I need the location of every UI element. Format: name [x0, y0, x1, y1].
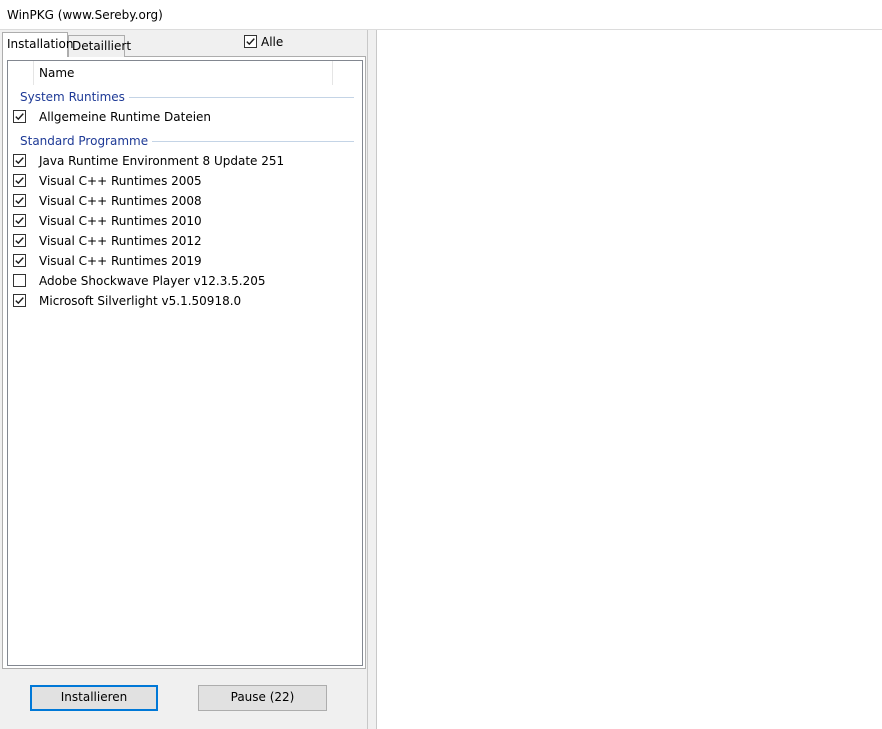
install-button[interactable]: Installieren: [30, 685, 158, 711]
left-panel: Name System Runtimes Allgemeine Runtime …: [0, 30, 367, 729]
checkmark-icon: [15, 237, 24, 245]
select-all-box[interactable]: [244, 35, 257, 48]
checkmark-icon: [246, 38, 255, 46]
tab-detailliert[interactable]: Detailliert: [68, 35, 131, 57]
list-item-java-runtime[interactable]: Java Runtime Environment 8 Update 251: [8, 151, 362, 171]
item-label: Visual C++ Runtimes 2008: [39, 194, 202, 208]
package-list[interactable]: Name System Runtimes Allgemeine Runtime …: [7, 60, 363, 666]
item-label: Adobe Shockwave Player v12.3.5.205: [39, 274, 266, 288]
group-header-standard-programme: Standard Programme: [20, 133, 354, 149]
list-item-vcpp-2012[interactable]: Visual C++ Runtimes 2012: [8, 231, 362, 251]
list-item-vcpp-2005[interactable]: Visual C++ Runtimes 2005: [8, 171, 362, 191]
list-item-microsoft-silverlight[interactable]: Microsoft Silverlight v5.1.50918.0: [8, 291, 362, 311]
list-item-vcpp-2008[interactable]: Visual C++ Runtimes 2008: [8, 191, 362, 211]
column-divider[interactable]: [332, 61, 333, 85]
item-label: Visual C++ Runtimes 2010: [39, 214, 202, 228]
checkmark-icon: [15, 297, 24, 305]
checkmark-icon: [15, 113, 24, 121]
checkmark-icon: [15, 197, 24, 205]
tab-page-installation: Name System Runtimes Allgemeine Runtime …: [2, 56, 366, 669]
item-label: Visual C++ Runtimes 2019: [39, 254, 202, 268]
group-label: Standard Programme: [20, 133, 153, 149]
checkmark-icon: [15, 177, 24, 185]
list-column-header: Name: [8, 61, 362, 85]
item-checkbox[interactable]: [13, 154, 26, 167]
list-item-allgemeine-runtime-dateien[interactable]: Allgemeine Runtime Dateien: [8, 107, 362, 127]
pause-button[interactable]: Pause (22): [198, 685, 327, 711]
item-checkbox[interactable]: [13, 254, 26, 267]
panel-splitter[interactable]: [367, 30, 377, 729]
group-header-system-runtimes: System Runtimes: [20, 89, 354, 105]
item-checkbox[interactable]: [13, 214, 26, 227]
checkmark-icon: [15, 257, 24, 265]
item-checkbox[interactable]: [13, 274, 26, 287]
tab-installation[interactable]: Installation: [2, 32, 73, 57]
detail-panel: [377, 30, 882, 729]
list-item-vcpp-2010[interactable]: Visual C++ Runtimes 2010: [8, 211, 362, 231]
column-header-name[interactable]: Name: [39, 66, 74, 80]
checkmark-icon: [15, 217, 24, 225]
checkmark-icon: [15, 157, 24, 165]
item-label: Visual C++ Runtimes 2012: [39, 234, 202, 248]
item-checkbox[interactable]: [13, 294, 26, 307]
select-all-label: Alle: [261, 35, 284, 49]
list-item-adobe-shockwave[interactable]: Adobe Shockwave Player v12.3.5.205: [8, 271, 362, 291]
item-checkbox[interactable]: [13, 234, 26, 247]
group-label: System Runtimes: [20, 89, 129, 105]
list-item-vcpp-2019[interactable]: Visual C++ Runtimes 2019: [8, 251, 362, 271]
item-label: Visual C++ Runtimes 2005: [39, 174, 202, 188]
item-checkbox[interactable]: [13, 110, 26, 123]
item-checkbox[interactable]: [13, 174, 26, 187]
item-checkbox[interactable]: [13, 194, 26, 207]
item-label: Java Runtime Environment 8 Update 251: [39, 154, 285, 168]
window-title: WinPKG (www.Sereby.org): [7, 8, 163, 22]
title-bar: WinPKG (www.Sereby.org): [0, 0, 882, 30]
column-divider: [33, 61, 34, 85]
item-label: Microsoft Silverlight v5.1.50918.0: [39, 294, 242, 308]
item-label: Allgemeine Runtime Dateien: [39, 110, 212, 124]
